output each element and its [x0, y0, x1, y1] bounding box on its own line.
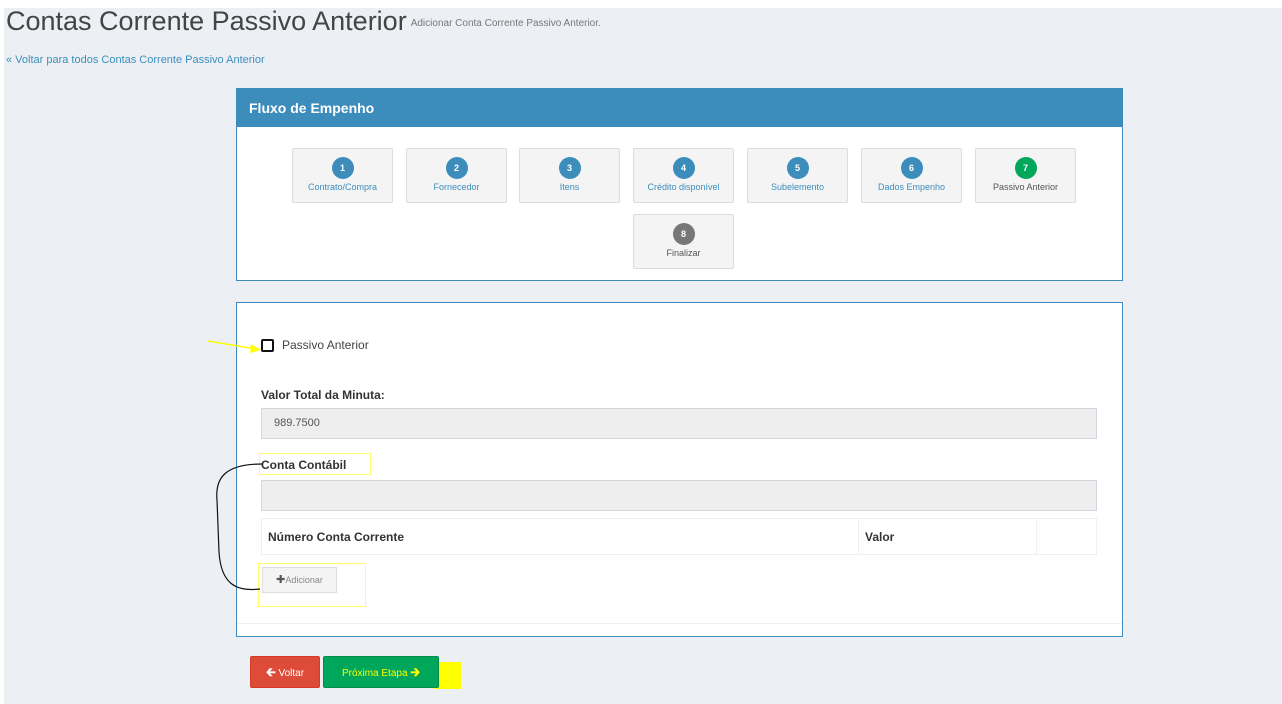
form-box-footer	[237, 623, 1122, 636]
step-number: 5	[786, 157, 809, 179]
back-to-list-link[interactable]: « Voltar para todos Contas Corrente Pass…	[6, 54, 265, 66]
adicionar-button[interactable]: ✚Adicionar	[262, 567, 337, 593]
arrow-right-icon: 🡲	[410, 665, 421, 679]
page-subtitle: Adicionar Conta Corrente Passivo Anterio…	[410, 18, 601, 29]
step-number: 2	[445, 157, 468, 179]
conta-contabil-label: Conta Contábil	[261, 458, 347, 472]
step-number: 6	[900, 157, 923, 179]
step-label: Dados Empenho	[877, 182, 946, 192]
step-label: Contrato/Compra	[307, 182, 378, 192]
plus-icon: ✚	[276, 574, 286, 586]
passivo-anterior-checkbox[interactable]	[261, 338, 274, 352]
page-title: Contas Corrente Passivo Anterior Adiciona…	[6, 6, 601, 37]
valor-total-label: Valor Total da Minuta:	[261, 388, 385, 402]
passivo-anterior-checkbox-label: Passivo Anterior	[282, 338, 369, 352]
proxima-etapa-button[interactable]: Próxima Etapa 🡲	[323, 656, 439, 688]
flow-header: Fluxo de Empenho	[237, 89, 1122, 127]
step-number: 8	[672, 223, 695, 245]
column-valor: Valor	[859, 519, 1037, 554]
step-number: 3	[558, 157, 581, 179]
step-label: Itens	[559, 182, 580, 192]
adicionar-label: Adicionar	[285, 575, 323, 585]
step-label: Finalizar	[666, 248, 701, 258]
valor-total-input[interactable]: 989.7500	[261, 408, 1097, 439]
step-itens[interactable]: 3 Itens	[519, 148, 620, 203]
step-subelemento[interactable]: 5 Subelemento	[747, 148, 848, 203]
conta-contabil-input[interactable]	[261, 480, 1097, 511]
column-actions	[1037, 519, 1096, 554]
page-title-text: Contas Corrente Passivo Anterior	[6, 6, 407, 36]
flow-box: Fluxo de Empenho 1 Contrato/Compra 2 For…	[236, 88, 1123, 281]
column-numero-conta-corrente: Número Conta Corrente	[262, 519, 859, 554]
step-dados-empenho[interactable]: 6 Dados Empenho	[861, 148, 962, 203]
voltar-label: Voltar	[278, 668, 305, 679]
step-number: 4	[672, 157, 695, 179]
step-number: 7	[1014, 157, 1037, 179]
voltar-button[interactable]: 🡰 Voltar	[250, 656, 320, 688]
passivo-anterior-checkbox-row[interactable]: Passivo Anterior	[261, 338, 369, 352]
step-label: Subelemento	[770, 182, 825, 192]
contas-table-header: Número Conta Corrente Valor	[261, 518, 1097, 555]
proxima-etapa-label: Próxima Etapa	[341, 668, 408, 679]
step-fornecedor[interactable]: 2 Fornecedor	[406, 148, 507, 203]
step-number: 1	[331, 157, 354, 179]
step-finalizar[interactable]: 8 Finalizar	[633, 214, 734, 269]
step-contrato-compra[interactable]: 1 Contrato/Compra	[292, 148, 393, 203]
arrow-left-icon: 🡰	[265, 665, 276, 679]
step-credito-disponivel[interactable]: 4 Crédito disponível	[633, 148, 734, 203]
form-box: Passivo Anterior Valor Total da Minuta: …	[236, 302, 1123, 637]
step-passivo-anterior[interactable]: 7 Passivo Anterior	[975, 148, 1076, 203]
step-label: Crédito disponível	[647, 182, 720, 192]
step-label: Fornecedor	[433, 182, 480, 192]
step-label: Passivo Anterior	[992, 182, 1059, 192]
